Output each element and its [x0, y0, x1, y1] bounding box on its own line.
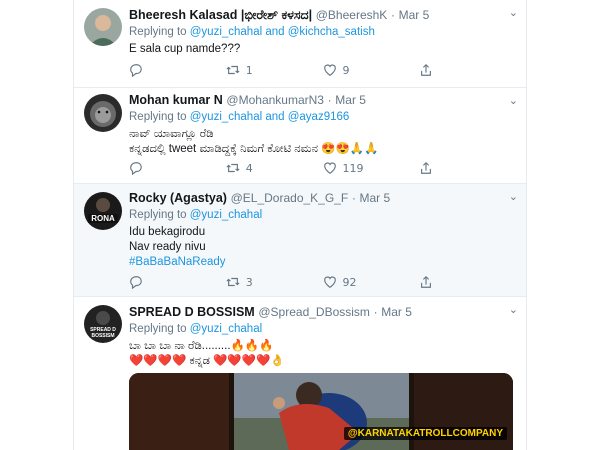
display-name[interactable]: Bheeresh Kalasad |ಭೀರೇಶ್ ಕಳಸದ|: [129, 8, 312, 22]
tweet-line: Idu bekagirodu: [129, 226, 206, 238]
retweet-button[interactable]: 3: [226, 275, 323, 289]
tweet-line: ❤️❤️❤️❤️ ಕನ್ನಡ ❤️❤️❤️❤️👌: [129, 355, 285, 367]
timestamp[interactable]: Mar 5: [399, 8, 430, 22]
avatar[interactable]: RONA: [84, 192, 122, 230]
replying-to: Replying to @yuzi_chahal and @ayaz9166: [129, 110, 516, 125]
tweet-text: ಬಾ ಬಾ ಬಾ ನಾ ರೆಡಿ.........🔥🔥🔥 ❤️❤️❤️❤️ ಕನ…: [129, 339, 516, 369]
separator-dot: ·: [327, 93, 332, 107]
avatar[interactable]: [84, 8, 122, 46]
retweet-icon: [226, 163, 240, 173]
replying-to: Replying to @yuzi_chahal and @kichcha_sa…: [129, 25, 516, 40]
tweet[interactable]: ⌄ Bheeresh Kalasad |ಭೀರೇಶ್ ಕಳಸದ| @Bheere…: [74, 0, 526, 88]
replying-to-link[interactable]: @yuzi_chahal: [190, 323, 262, 335]
share-icon: [421, 275, 432, 288]
image-watermark: @KARNATAKATROLLCOMPANY: [343, 427, 507, 440]
retweet-count: 4: [245, 161, 253, 175]
share-button[interactable]: [419, 275, 516, 289]
tweet-text: E sala cup namde???: [129, 42, 516, 57]
display-name[interactable]: Mohan kumar N: [129, 93, 223, 107]
reply-button[interactable]: [129, 63, 226, 77]
tweet-line: ಕನ್ನಡದಲ್ಲಿ tweet ಮಾಡಿದ್ದಕ್ಕೆ ನಿಮಗೆ ಕೋಟಿ …: [129, 143, 379, 155]
display-name[interactable]: SPREAD D BOSSISM: [129, 305, 255, 319]
replying-label: Replying to: [129, 26, 187, 38]
avatar[interactable]: [84, 94, 122, 132]
tweet[interactable]: SPREAD D BOSSISM ⌄ SPREAD D BOSSISM @Spr…: [74, 297, 526, 450]
like-button[interactable]: 119: [323, 161, 420, 175]
right-margin: [527, 0, 600, 450]
retweet-button[interactable]: 1: [226, 63, 323, 77]
like-count: 92: [342, 275, 357, 289]
retweet-count: 1: [245, 63, 253, 77]
share-icon: [421, 63, 432, 76]
separator-dot: ·: [373, 305, 378, 319]
separator-dot: ·: [390, 8, 395, 22]
reply-icon: [130, 276, 142, 289]
hashtag-link[interactable]: #BaBaBaNaReady: [129, 255, 516, 270]
tweet[interactable]: ⌄ Mohan kumar N @MohankumarN3 · Mar 5 Re…: [74, 88, 526, 184]
tweet-line: Nav ready nivu: [129, 241, 206, 253]
user-handle[interactable]: @MohankumarN3: [226, 93, 324, 107]
tweet-text: Idu bekagirodu Nav ready nivu #BaBaBaNaR…: [129, 225, 516, 270]
heart-icon: [323, 162, 336, 174]
like-button[interactable]: 92: [323, 275, 420, 289]
replying-label: Replying to: [129, 209, 187, 221]
tweet-header: Mohan kumar N @MohankumarN3 · Mar 5: [129, 93, 516, 108]
left-margin: [0, 0, 73, 450]
heart-icon: [323, 276, 336, 288]
replying-to-link[interactable]: @yuzi_chahal and @kichcha_satish: [190, 26, 375, 38]
heart-icon: [323, 64, 336, 76]
avatar[interactable]: SPREAD D BOSSISM: [84, 305, 122, 343]
replying-to: Replying to @yuzi_chahal: [129, 208, 516, 223]
replying-to: Replying to @yuzi_chahal: [129, 322, 516, 337]
tweet[interactable]: RONA ⌄ Rocky (Agastya) @EL_Dorado_K_G_F …: [74, 184, 526, 297]
avatar-text: RONA: [91, 214, 115, 223]
replying-to-link[interactable]: @yuzi_chahal: [190, 209, 262, 221]
retweet-icon: [226, 277, 240, 287]
retweet-button[interactable]: 4: [226, 161, 323, 175]
reply-button[interactable]: [129, 275, 226, 289]
tweet-actions: 4 119: [129, 160, 516, 176]
tweet-media-image[interactable]: @KARNATAKATROLLCOMPANY: [129, 373, 513, 450]
like-count: 119: [342, 161, 364, 175]
tweet-line: E sala cup namde???: [129, 43, 241, 55]
tweet-text: ನಾವ್ ಯಾವಾಗ್ಲೂ ರೆಡಿ ಕನ್ನಡದಲ್ಲಿ tweet ಮಾಡಿ…: [129, 127, 516, 157]
reply-thread: ⌄ Bheeresh Kalasad |ಭೀರೇಶ್ ಕಳಸದ| @Bheere…: [73, 0, 527, 450]
tweet-actions: 1 9: [129, 62, 516, 78]
timestamp[interactable]: Mar 5: [335, 93, 366, 107]
retweet-count: 3: [245, 275, 253, 289]
tweet-header: SPREAD D BOSSISM @Spread_DBossism · Mar …: [129, 305, 516, 320]
replying-to-link[interactable]: @yuzi_chahal and @ayaz9166: [190, 111, 350, 123]
retweet-icon: [226, 65, 240, 75]
tweet-header: Bheeresh Kalasad |ಭೀರೇಶ್ ಕಳಸದ| @Bheeresh…: [129, 8, 516, 23]
like-button[interactable]: 9: [323, 63, 420, 77]
replying-label: Replying to: [129, 323, 187, 335]
tweet-actions: 3 92: [129, 274, 516, 290]
user-handle[interactable]: @EL_Dorado_K_G_F: [231, 191, 349, 205]
avatar-text: SPREAD D BOSSISM: [90, 327, 116, 339]
share-button[interactable]: [419, 63, 516, 77]
like-count: 9: [342, 63, 350, 77]
timestamp[interactable]: Mar 5: [360, 191, 391, 205]
user-handle[interactable]: @Spread_DBossism: [258, 305, 370, 319]
user-handle[interactable]: @BheereshK: [316, 8, 388, 22]
share-icon: [421, 161, 432, 174]
reply-icon: [130, 64, 142, 77]
separator-dot: ·: [351, 191, 356, 205]
replying-label: Replying to: [129, 111, 187, 123]
share-button[interactable]: [419, 161, 516, 175]
tweet-line: ಬಾ ಬಾ ಬಾ ನಾ ರೆಡಿ.........🔥🔥🔥: [129, 340, 274, 352]
reply-icon: [130, 162, 142, 175]
reply-button[interactable]: [129, 161, 226, 175]
tweet-line: ನಾವ್ ಯಾವಾಗ್ಲೂ ರೆಡಿ: [129, 128, 214, 140]
tweet-header: Rocky (Agastya) @EL_Dorado_K_G_F · Mar 5: [129, 191, 516, 206]
timestamp[interactable]: Mar 5: [381, 305, 412, 319]
display-name[interactable]: Rocky (Agastya): [129, 191, 227, 205]
